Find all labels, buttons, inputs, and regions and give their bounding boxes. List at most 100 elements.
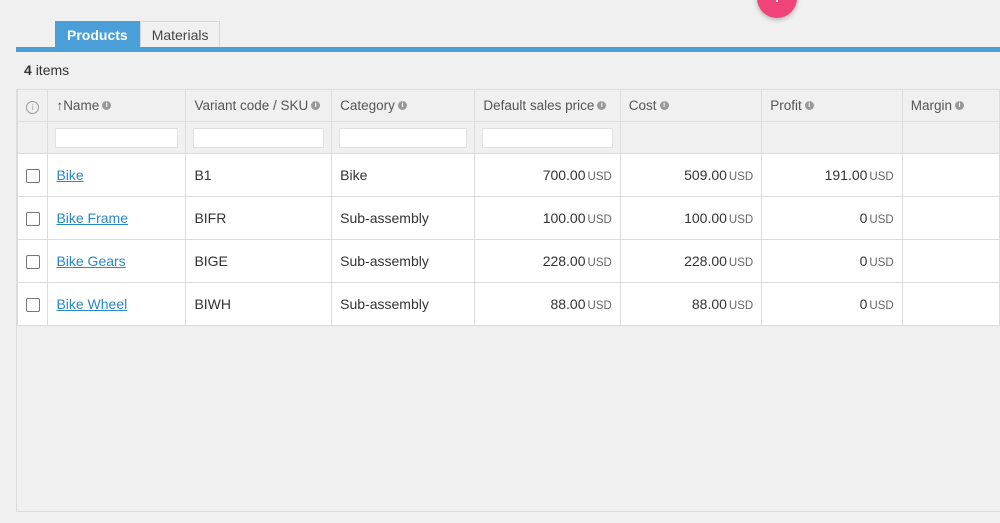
info-icon[interactable]: i xyxy=(954,101,964,110)
currency-label: USD xyxy=(728,300,754,312)
currency-label: USD xyxy=(728,171,754,183)
info-icon[interactable]: i xyxy=(397,101,407,110)
sku-filter-input[interactable] xyxy=(193,127,325,148)
info-icon[interactable]: i xyxy=(597,101,607,110)
cost-cell: 88.00 USD xyxy=(619,282,763,326)
margin-cell xyxy=(901,196,1000,240)
tab-underline xyxy=(16,47,1000,52)
row-select-cell xyxy=(16,153,49,197)
filter-cell-price xyxy=(474,121,621,154)
column-header-category[interactable]: Category i xyxy=(331,89,476,122)
price-filter-input[interactable] xyxy=(482,127,613,148)
price-value: 100.00 xyxy=(542,210,586,226)
profit-value: 0 xyxy=(859,210,868,226)
sku-cell: BIWH xyxy=(185,282,333,326)
cost-value: 509.00 xyxy=(684,167,727,183)
cost-value: 88.00 xyxy=(691,296,727,312)
currency-label: USD xyxy=(869,214,894,226)
price-cell: 88.00 USD xyxy=(474,282,621,326)
column-label-name: Name xyxy=(63,98,100,113)
row-select-cell xyxy=(16,282,49,326)
row-checkbox[interactable] xyxy=(25,255,40,270)
category-cell: Bike xyxy=(331,153,476,197)
name-cell: Bike Gears xyxy=(47,239,187,283)
currency-label: USD xyxy=(587,214,612,226)
column-header-cost[interactable]: Cost i xyxy=(619,89,763,122)
tab-products[interactable]: Products xyxy=(55,21,140,48)
currency-label: USD xyxy=(587,171,612,183)
column-header-sku[interactable]: Variant code / SKU i xyxy=(185,89,333,122)
category-cell: Sub-assembly xyxy=(331,282,476,326)
category-cell: Sub-assembly xyxy=(331,196,476,240)
price-cell: 228.00 USD xyxy=(474,239,621,283)
profit-value: 0 xyxy=(859,296,868,312)
column-label-margin: Margin xyxy=(910,98,952,113)
filter-cell-margin xyxy=(901,121,1000,154)
column-label-category: Category xyxy=(340,98,395,113)
cost-value: 228.00 xyxy=(684,253,727,269)
items-count-value: 4 xyxy=(24,62,32,78)
products-table: i ↑Name i Variant code / SKU i Category i D… xyxy=(16,89,1000,326)
filter-cell-sku xyxy=(185,121,333,154)
sku-cell: BIFR xyxy=(185,196,333,240)
price-value: 700.00 xyxy=(542,167,586,183)
tab-materials[interactable]: Materials xyxy=(139,21,221,48)
info-icon[interactable]: i xyxy=(804,101,814,110)
profit-cell: 0 USD xyxy=(761,196,903,240)
currency-label: USD xyxy=(728,257,754,269)
margin-cell xyxy=(901,282,1000,326)
margin-cell xyxy=(901,153,1000,197)
column-header-margin[interactable]: Margin i xyxy=(901,89,1000,122)
table-row: Bike Gears BIGE Sub-assembly 228.00 USD 2… xyxy=(16,239,1000,283)
row-select-cell xyxy=(16,239,49,283)
column-header-price[interactable]: Default sales price i xyxy=(474,89,621,122)
currency-label: USD xyxy=(869,300,894,312)
add-button[interactable]: + xyxy=(757,0,797,18)
profit-value: 0 xyxy=(859,253,868,269)
header-row: i ↑Name i Variant code / SKU i Category i D… xyxy=(16,89,1000,122)
price-cell: 700.00 USD xyxy=(474,153,621,197)
column-header-profit[interactable]: Profit i xyxy=(761,89,903,122)
name-filter-input[interactable] xyxy=(55,127,179,148)
items-count-suffix: items xyxy=(35,62,70,78)
name-cell: Bike Wheel xyxy=(47,282,187,326)
profit-cell: 191.00 USD xyxy=(761,153,903,197)
filter-cell-cost xyxy=(619,121,763,154)
cost-cell: 228.00 USD xyxy=(619,239,763,283)
sku-cell: BIGE xyxy=(185,239,333,283)
row-select-cell xyxy=(16,196,49,240)
currency-label: USD xyxy=(869,171,894,183)
info-header[interactable]: i xyxy=(16,89,49,122)
product-link[interactable]: Bike Wheel xyxy=(56,296,127,312)
filter-cell-name xyxy=(47,121,187,154)
currency-label: USD xyxy=(587,257,612,269)
price-value: 88.00 xyxy=(550,296,586,312)
currency-label: USD xyxy=(869,257,894,269)
filter-cell-empty xyxy=(16,121,49,154)
product-link[interactable]: Bike Gears xyxy=(56,253,125,269)
tab-bar: Products Materials xyxy=(55,21,221,48)
filter-row xyxy=(16,121,1000,154)
profit-cell: 0 USD xyxy=(761,282,903,326)
row-checkbox[interactable] xyxy=(25,169,40,184)
profit-cell: 0 USD xyxy=(761,239,903,283)
product-link[interactable]: Bike Frame xyxy=(56,210,128,226)
cost-cell: 100.00 USD xyxy=(619,196,763,240)
row-checkbox[interactable] xyxy=(25,298,40,313)
info-icon[interactable]: i xyxy=(102,101,112,110)
cost-cell: 509.00 USD xyxy=(619,153,763,197)
info-icon[interactable]: i xyxy=(659,101,669,110)
info-icon: i xyxy=(26,100,40,114)
category-filter-input[interactable] xyxy=(339,127,468,148)
profit-value: 191.00 xyxy=(824,167,868,183)
info-icon[interactable]: i xyxy=(311,101,321,110)
currency-label: USD xyxy=(728,214,754,226)
product-link[interactable]: Bike xyxy=(56,167,83,183)
name-cell: Bike xyxy=(47,153,187,197)
margin-cell xyxy=(901,239,1000,283)
column-label-price: Default sales price xyxy=(483,98,595,113)
row-checkbox[interactable] xyxy=(25,212,40,227)
table-row: Bike Wheel BIWH Sub-assembly 88.00 USD 88… xyxy=(16,282,1000,326)
table-row: Bike Frame BIFR Sub-assembly 100.00 USD 1… xyxy=(16,196,1000,240)
column-header-name[interactable]: ↑Name i xyxy=(47,89,187,122)
